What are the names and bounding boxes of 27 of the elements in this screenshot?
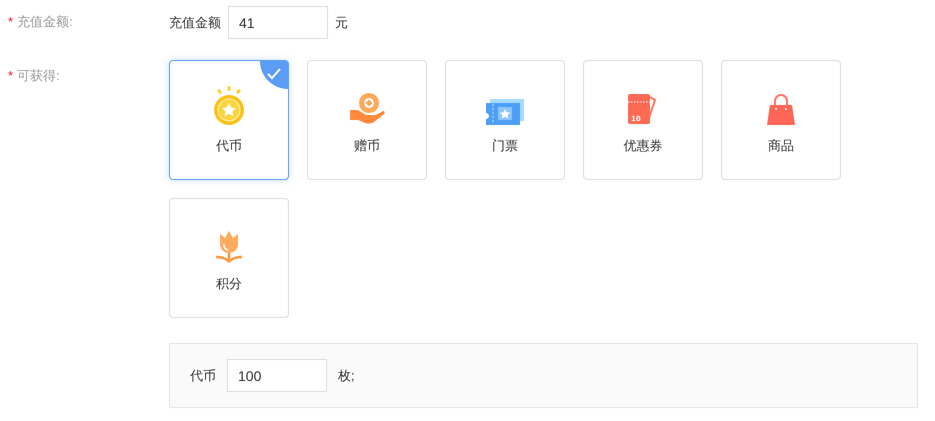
- flower-icon: [214, 230, 244, 264]
- field-label: 代币: [190, 366, 216, 385]
- coin-icon: [212, 86, 246, 126]
- amount-input[interactable]: 41: [228, 6, 328, 39]
- option-label: 代币: [216, 137, 242, 156]
- quantity-input[interactable]: 100: [227, 359, 327, 392]
- unit-label: 元: [335, 14, 348, 32]
- ticket-icon: [484, 98, 526, 126]
- field-label: 充值金额: [169, 14, 221, 32]
- option-label: 优惠券: [624, 137, 662, 156]
- option-card[interactable]: 门票: [445, 60, 565, 180]
- option-card[interactable]: 积分: [169, 198, 289, 318]
- shopping-bag-icon: [765, 94, 797, 126]
- option-label: 商品: [768, 137, 794, 156]
- option-card[interactable]: 赠币: [307, 60, 427, 180]
- unit-label: 枚;: [338, 366, 355, 385]
- option-card[interactable]: 代币: [169, 60, 289, 180]
- option-label: 门票: [492, 137, 518, 156]
- option-card[interactable]: 商品: [721, 60, 841, 180]
- required-mark: *: [8, 13, 14, 31]
- field-label: 充值金额:: [17, 13, 73, 31]
- check-icon: [267, 68, 281, 80]
- field-label: 可获得:: [17, 67, 60, 85]
- option-label: 赠币: [354, 137, 380, 156]
- required-mark: *: [8, 67, 14, 85]
- option-label: 积分: [216, 275, 242, 294]
- hand-coin-icon: [349, 92, 385, 126]
